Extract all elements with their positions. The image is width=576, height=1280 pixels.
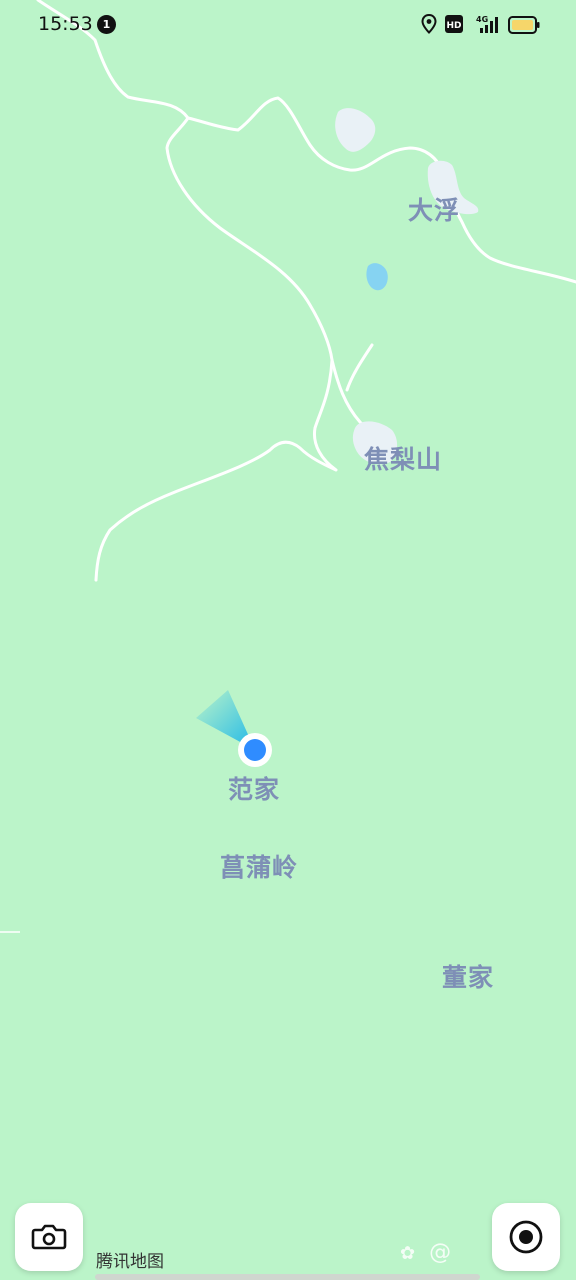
camera-button[interactable] xyxy=(15,1203,83,1271)
map-attribution: 腾讯地图 xyxy=(96,1252,164,1272)
map-screen: { "status_bar": { "time": "15:53", "noti… xyxy=(0,0,576,1280)
map-canvas[interactable] xyxy=(0,0,576,1280)
camera-icon xyxy=(31,1224,67,1250)
svg-text:HD: HD xyxy=(446,21,461,31)
hd-icon: HD xyxy=(445,15,463,33)
home-indicator xyxy=(95,1274,480,1280)
watermark-at: @ xyxy=(429,1240,452,1265)
place-label-dafu[interactable]: 大浮 xyxy=(408,191,460,227)
map-background xyxy=(0,0,576,1280)
watermark-overlay: ✿ @ xyxy=(400,1240,451,1265)
place-label-fanjia[interactable]: 范家 xyxy=(228,770,280,806)
locate-button[interactable] xyxy=(492,1203,560,1271)
place-label-changpuling[interactable]: 菖蒲岭 xyxy=(220,848,298,884)
target-icon xyxy=(509,1220,543,1254)
signal-4g-icon: 4G xyxy=(476,15,498,33)
battery-icon xyxy=(508,16,540,34)
status-time: 15:53 xyxy=(38,13,93,35)
location-marker-dot xyxy=(244,739,266,761)
network-type-label: 4G xyxy=(476,15,488,24)
watermark-glyph-icon: ✿ xyxy=(400,1243,416,1264)
location-icon xyxy=(421,14,437,34)
notification-count-badge: 1 xyxy=(97,15,116,34)
place-label-jiaolishan[interactable]: 焦梨山 xyxy=(364,440,442,476)
place-label-dongjia[interactable]: 董家 xyxy=(442,958,494,994)
status-bar: 15:53 1 HD 4G xyxy=(0,0,576,50)
